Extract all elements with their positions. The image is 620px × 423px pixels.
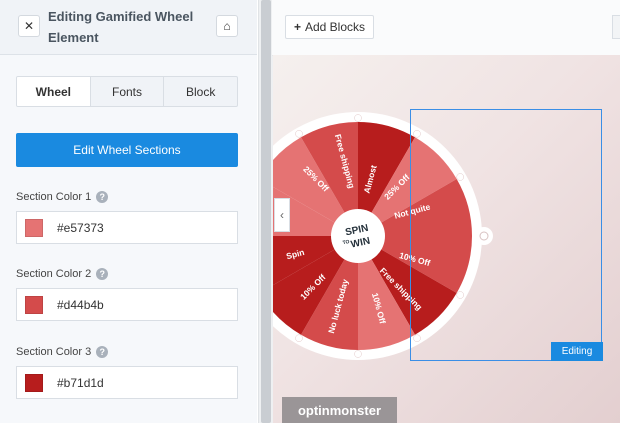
rim-dot — [354, 114, 362, 122]
rim-dot — [295, 130, 303, 138]
chevron-left-icon: ‹ — [280, 208, 284, 222]
rim-dot — [354, 350, 362, 358]
wheel-center[interactable] — [331, 209, 385, 263]
brand-badge[interactable]: optinmonster — [282, 397, 397, 423]
collapse-sidebar-button[interactable]: ‹ — [274, 198, 290, 232]
editing-frame[interactable] — [410, 109, 602, 361]
brand-logo-text: optinmonster — [297, 402, 382, 418]
rim-dot — [295, 334, 303, 342]
editing-tag: Editing — [551, 342, 603, 361]
